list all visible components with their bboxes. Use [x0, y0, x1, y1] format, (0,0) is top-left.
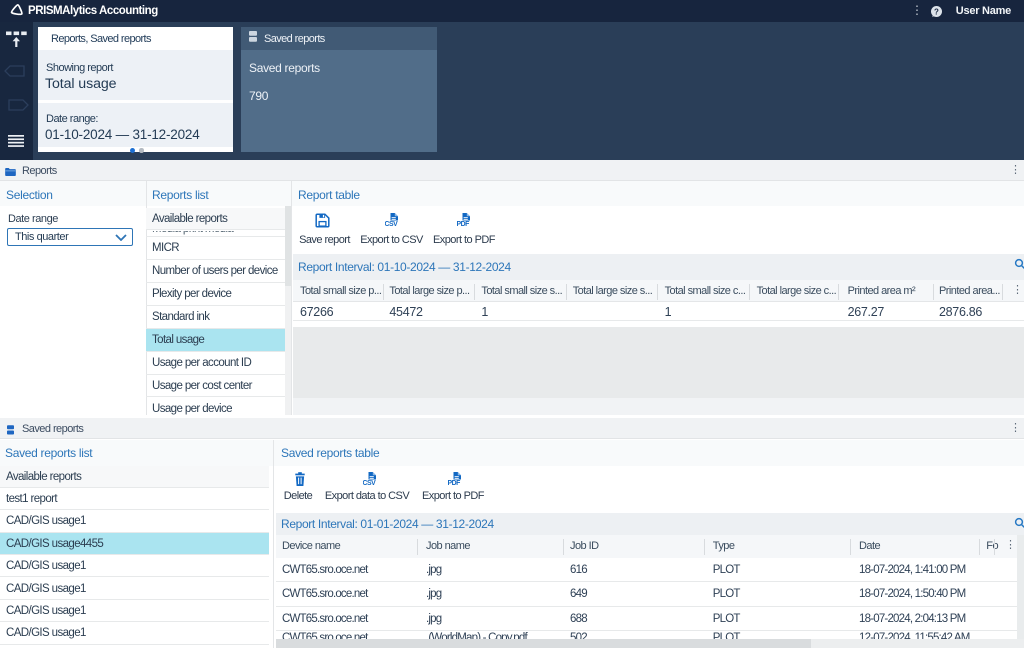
- svg-text:CSV: CSV: [363, 480, 376, 486]
- svg-text:PDF: PDF: [457, 221, 469, 227]
- svg-text:?: ?: [934, 7, 939, 16]
- svg-text:PDF: PDF: [448, 480, 460, 486]
- svg-text:CSV: CSV: [385, 221, 398, 227]
